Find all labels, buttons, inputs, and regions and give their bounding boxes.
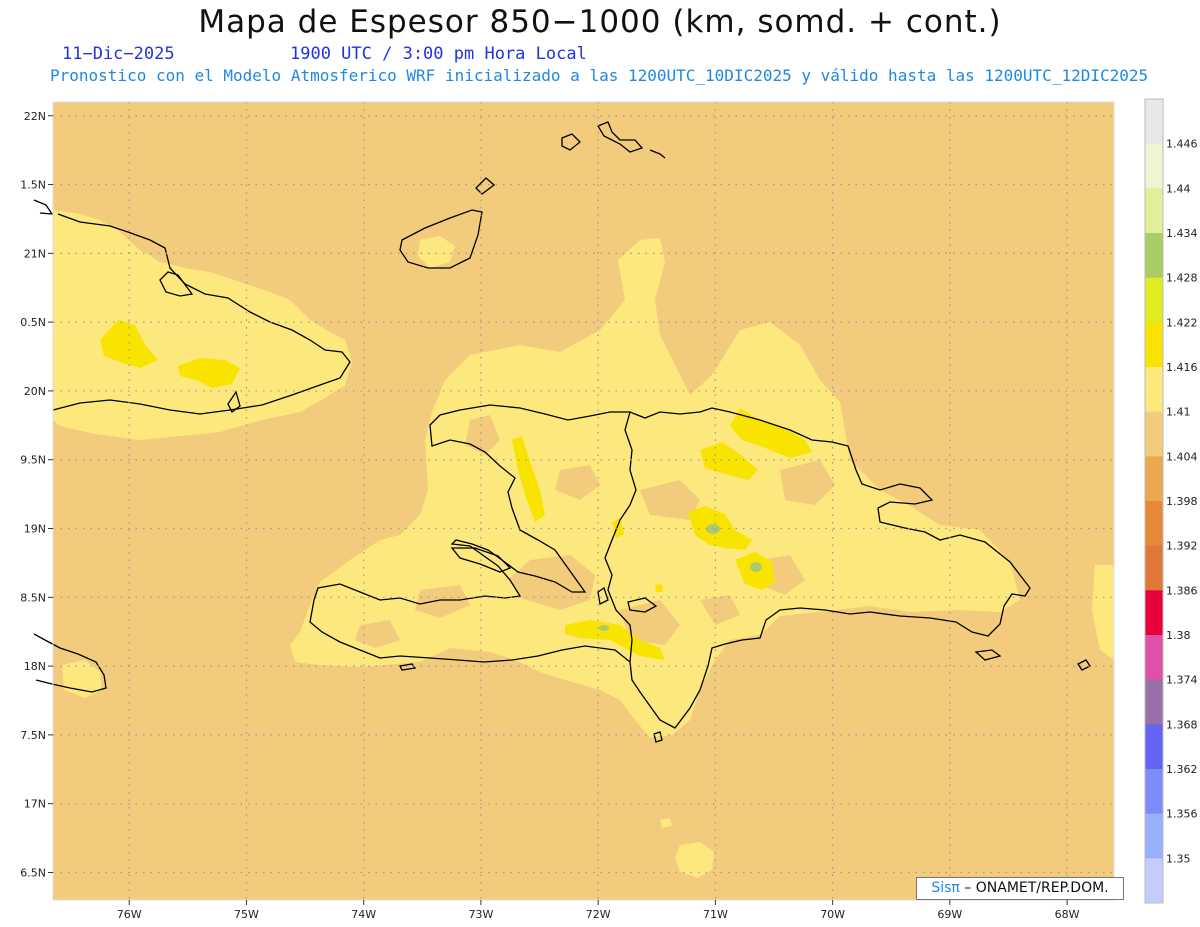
colorbar-label: 1.386 — [1166, 584, 1198, 597]
colorbar-swatch — [1145, 411, 1163, 457]
colorbar-swatch — [1145, 769, 1163, 815]
lat-label: 0.5N — [20, 316, 46, 329]
colorbar-swatch — [1145, 501, 1163, 547]
colorbar-label: 1.368 — [1166, 718, 1198, 731]
lon-label: 68W — [1055, 908, 1080, 921]
colorbar-label: 1.446 — [1166, 138, 1198, 151]
colorbar-swatch — [1145, 858, 1163, 904]
colorbar-swatch — [1145, 367, 1163, 413]
lat-label: 21N — [24, 247, 46, 260]
credit-brand: Sisπ — [931, 880, 960, 896]
colorbar-label: 1.392 — [1166, 540, 1198, 553]
lon-label: 72W — [586, 908, 611, 921]
map-panel — [33, 101, 1115, 901]
lat-label: 19N — [24, 523, 46, 536]
lat-label: 17N — [24, 798, 46, 811]
colorbar-label: 1.374 — [1166, 674, 1198, 687]
colorbar-swatch — [1145, 545, 1163, 591]
colorbar-swatch — [1145, 277, 1163, 323]
lat-label: 6.5N — [20, 866, 46, 879]
lat-label: 9.5N — [20, 454, 46, 467]
cuba-key-1 — [33, 199, 54, 215]
colorbar-label: 1.35 — [1166, 852, 1191, 865]
core-3 — [599, 625, 609, 631]
lat-label: 22N — [24, 110, 46, 123]
colorbar-swatch — [1145, 724, 1163, 770]
lat-label: 20N — [24, 385, 46, 398]
lon-label: 74W — [351, 908, 376, 921]
core-2 — [750, 562, 762, 572]
colorbar-swatch — [1145, 188, 1163, 234]
colorbar-label: 1.416 — [1166, 361, 1198, 374]
colorbar-swatch — [1145, 679, 1163, 725]
colorbar-swatch — [1145, 143, 1163, 189]
colorbar-swatch — [1145, 813, 1163, 859]
colorbar-swatch — [1145, 322, 1163, 368]
lat-label: 18N — [24, 660, 46, 673]
small-peak-2 — [655, 584, 663, 592]
colorbar-label: 1.362 — [1166, 763, 1198, 776]
colorbar-swatch — [1145, 456, 1163, 502]
lat-label: 8.5N — [20, 591, 46, 604]
lon-label: 70W — [820, 908, 845, 921]
thickness-map: 22N 1.5N 21N 0.5N 20N 9.5N 19N 8.5N 18N 7.5N 17N 6.… — [20, 98, 1198, 921]
colorbar-label: 1.398 — [1166, 495, 1198, 508]
colorbar-label: 1.356 — [1166, 808, 1198, 821]
lat-label: 7.5N — [20, 729, 46, 742]
colorbar-label: 1.434 — [1166, 227, 1198, 240]
colorbar-label: 1.41 — [1166, 406, 1191, 419]
lon-label: 71W — [703, 908, 728, 921]
colorbar-label: 1.38 — [1166, 629, 1191, 642]
colorbar-swatch — [1145, 99, 1163, 145]
colorbar-swatch — [1145, 233, 1163, 279]
credit-org: – ONAMET/REP.DOM. — [959, 880, 1109, 896]
lon-label: 76W — [117, 908, 142, 921]
lon-label: 73W — [468, 908, 493, 921]
lat-label: 1.5N — [20, 179, 46, 192]
colorbar-label: 1.428 — [1166, 272, 1198, 285]
credit-box: Sisπ – ONAMET/REP.DOM. — [916, 877, 1124, 900]
longitude-labels: 76W 75W 74W 73W 72W 71W 70W 69W 68W — [117, 900, 1080, 921]
colorbar-label: 1.422 — [1166, 316, 1198, 329]
colorbar-swatch — [1145, 590, 1163, 636]
colorbar-label: 1.404 — [1166, 450, 1198, 463]
colorbar: 1.446 1.44 1.434 1.428 1.422 1.416 1.41 1.404 1.… — [1144, 98, 1198, 904]
lon-label: 69W — [937, 908, 962, 921]
colorbar-label: 1.44 — [1166, 182, 1191, 195]
colorbar-swatch — [1145, 635, 1163, 681]
lon-label: 75W — [234, 908, 259, 921]
latitude-labels: 22N 1.5N 21N 0.5N 20N 9.5N 19N 8.5N 18N 7.5N 17N 6.… — [20, 110, 53, 879]
